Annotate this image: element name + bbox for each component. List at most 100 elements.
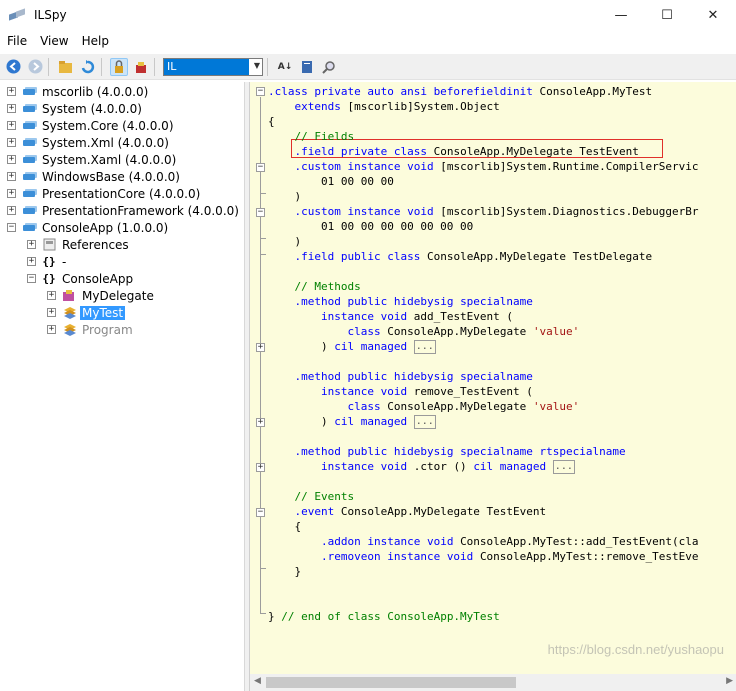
fold-line-end [260,238,266,239]
tree-item[interactable]: + Program [47,321,135,338]
menu-file[interactable]: File [1,34,33,48]
expand-icon[interactable]: + [7,138,16,147]
manage-lists-icon[interactable] [298,58,316,76]
code-line: extends [mscorlib]System.Object [268,99,500,114]
show-public-only-icon[interactable] [110,57,128,76]
collapse-icon[interactable]: − [256,208,265,217]
code-line: ) cil managed ... [268,339,436,354]
menu-view[interactable]: View [34,34,74,48]
code-line: class ConsoleApp.MyDelegate 'value' [268,324,579,339]
tree-item[interactable]: + System.Xml (4.0.0.0) [7,134,171,151]
language-dropdown[interactable]: IL ▼ [163,57,263,76]
tree-item[interactable]: −{} ConsoleApp [27,270,135,287]
expand-icon[interactable]: + [256,343,265,352]
scroll-left-icon[interactable]: ◀ [254,676,261,686]
assembly-tree[interactable]: + mscorlib (4.0.0.0) + System (4.0.0.0) + Sys… [0,82,245,691]
expand-icon[interactable]: + [256,463,265,472]
expand-icon[interactable]: + [47,325,56,334]
expand-method-button[interactable]: ... [413,415,436,429]
collapse-icon[interactable]: − [256,163,265,172]
expand-icon[interactable]: + [7,155,16,164]
menu-help[interactable]: Help [76,34,115,48]
tree-item[interactable]: + PresentationCore (4.0.0.0) [7,185,202,202]
code-token: .class private auto ansi beforefieldinit [268,85,540,98]
code-token: .custom instance void [294,205,441,218]
open-icon[interactable] [57,58,75,76]
forward-icon[interactable] [26,58,44,76]
expand-method-button[interactable]: ... [552,460,575,474]
tree-item[interactable]: + System.Xaml (4.0.0.0) [7,151,178,168]
tree-item[interactable]: + System.Core (4.0.0.0) [7,117,176,134]
maximize-button[interactable]: ☐ [644,0,690,30]
tree-item[interactable]: + MyTest [47,304,126,321]
minimize-button[interactable]: — [598,0,644,30]
expand-method-button[interactable]: ... [413,340,436,354]
close-button[interactable]: ✕ [690,0,736,30]
expand-icon[interactable]: + [256,418,265,427]
code-token: .event [294,505,341,518]
expand-icon[interactable]: + [47,308,56,317]
class-icon [62,323,76,337]
tree-item[interactable]: + WindowsBase (4.0.0.0) [7,168,182,185]
code-line: } // end of class ConsoleApp.MyTest [268,609,500,624]
tree-item[interactable]: + mscorlib (4.0.0.0) [7,83,150,100]
code-line: 01 00 00 00 00 00 00 00 [268,219,473,234]
code-token: ) [268,415,335,428]
collapse-icon[interactable]: − [256,87,265,96]
assembly-icon [22,187,36,201]
references-icon [42,238,56,252]
code-line: .class private auto ansi beforefieldinit… [268,84,652,99]
horizontal-scrollbar[interactable]: ◀ ▶ [250,674,736,691]
chevron-down-icon: ▼ [253,60,260,70]
tree-item[interactable]: + System (4.0.0.0) [7,100,144,117]
code-token: .ctor () [413,460,474,473]
code-token: ConsoleApp.MyTest::add_TestEvent(cla [460,535,699,548]
scroll-right-icon[interactable]: ▶ [726,676,733,686]
tree-item[interactable]: + PresentationFramework (4.0.0.0) [7,202,241,219]
fold-line [260,173,261,194]
tree-item-label: WindowsBase (4.0.0.0) [42,169,180,184]
code-token: class [347,325,388,338]
fold-line [260,518,261,569]
collapse-icon[interactable]: − [7,223,16,232]
tree-item-label: PresentationCore (4.0.0.0) [42,186,201,201]
tree-item[interactable]: + References [27,236,131,253]
tree-item[interactable]: + MyDelegate [47,287,156,304]
expand-icon[interactable]: + [27,257,36,266]
code-token: 'value' [532,400,580,413]
expand-icon[interactable]: + [47,291,56,300]
tree-item-label: System.Core (4.0.0.0) [42,118,174,133]
code-line: { [268,519,301,534]
code-line: .custom instance void [mscorlib]System.D… [268,204,699,219]
code-line: .addon instance void ConsoleApp.MyTest::… [268,534,699,549]
code-token: remove_TestEvent ( [413,385,533,398]
expand-icon[interactable]: + [27,240,36,249]
expand-icon[interactable]: + [7,87,16,96]
expand-icon[interactable]: + [7,206,16,215]
expand-icon[interactable]: + [7,172,16,181]
tree-item[interactable]: − ConsoleApp (1.0.0.0) [7,219,170,236]
code-line: .custom instance void [mscorlib]System.R… [268,159,699,174]
expand-icon[interactable]: + [7,121,16,130]
show-private-icon[interactable] [132,58,150,76]
search-icon[interactable] [320,58,338,76]
sort-icon[interactable]: A↓ [276,58,294,76]
collapse-icon[interactable]: − [256,508,265,517]
assembly-icon [22,119,36,133]
code-token: instance void [320,310,414,323]
il-code-view[interactable]: ◀ ▶ https://blog.csdn.net/yushaopu .clas… [249,82,736,691]
watermark: https://blog.csdn.net/yushaopu [547,642,724,657]
expand-icon[interactable]: + [7,189,16,198]
code-token: } [268,565,302,578]
expand-icon[interactable]: + [7,104,16,113]
scroll-thumb[interactable] [266,677,516,688]
back-icon[interactable] [4,58,22,76]
assembly-icon [22,170,36,184]
tree-item[interactable]: + {} - [27,253,68,270]
collapse-icon[interactable]: − [27,274,36,283]
refresh-icon[interactable] [79,58,97,76]
